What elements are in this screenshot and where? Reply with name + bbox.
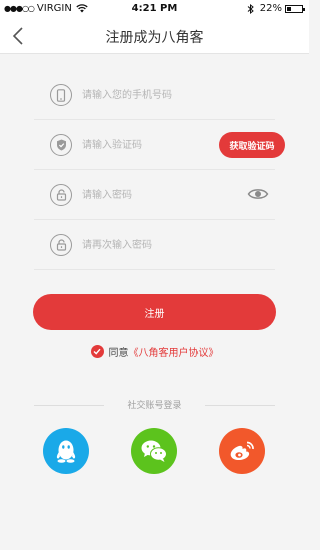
checkmark-icon bbox=[93, 348, 101, 355]
code-row: 获取验证码 bbox=[34, 120, 285, 170]
register-button[interactable]: 注册 bbox=[33, 294, 276, 330]
eye-icon[interactable] bbox=[247, 186, 269, 202]
verification-code-input[interactable] bbox=[82, 134, 202, 156]
lock-icon bbox=[50, 184, 72, 206]
password-row bbox=[34, 170, 275, 220]
weibo-login-button[interactable] bbox=[219, 428, 265, 474]
qq-icon bbox=[56, 440, 76, 463]
nav-bar: 注册成为八角客 bbox=[0, 18, 309, 54]
phone-input[interactable] bbox=[82, 84, 202, 106]
page-title: 注册成为八角客 bbox=[105, 30, 204, 46]
wechat-icon bbox=[141, 440, 167, 462]
register-form: 获取验证码 bbox=[34, 70, 285, 270]
status-right: 22% bbox=[247, 3, 305, 14]
agreement-prefix: 同意 bbox=[108, 348, 129, 359]
divider-line bbox=[205, 405, 275, 406]
confirm-password-row bbox=[34, 220, 275, 270]
shield-check-icon bbox=[50, 134, 72, 156]
battery-icon bbox=[285, 4, 305, 13]
social-divider: 社交账号登录 bbox=[34, 398, 275, 412]
password-input[interactable] bbox=[82, 184, 202, 206]
confirm-password-input[interactable] bbox=[82, 234, 202, 256]
agree-checkbox[interactable] bbox=[90, 345, 104, 358]
user-agreement-link[interactable]: 《八角客用户协议》 bbox=[129, 344, 219, 359]
phone-row bbox=[34, 70, 275, 120]
battery-percent: 22% bbox=[259, 3, 282, 14]
lock-icon bbox=[50, 234, 72, 256]
get-code-button[interactable]: 获取验证码 bbox=[219, 132, 285, 158]
weibo-icon bbox=[230, 441, 254, 460]
bluetooth-icon bbox=[247, 3, 254, 14]
phone-icon bbox=[50, 84, 72, 106]
wechat-login-button[interactable] bbox=[131, 428, 177, 474]
qq-login-button[interactable] bbox=[43, 428, 89, 474]
status-bar: ●●●○○ VIRGIN 4:21 PM 22% bbox=[0, 0, 309, 18]
agreement: 同意 《八角客用户协议》 bbox=[0, 344, 309, 359]
